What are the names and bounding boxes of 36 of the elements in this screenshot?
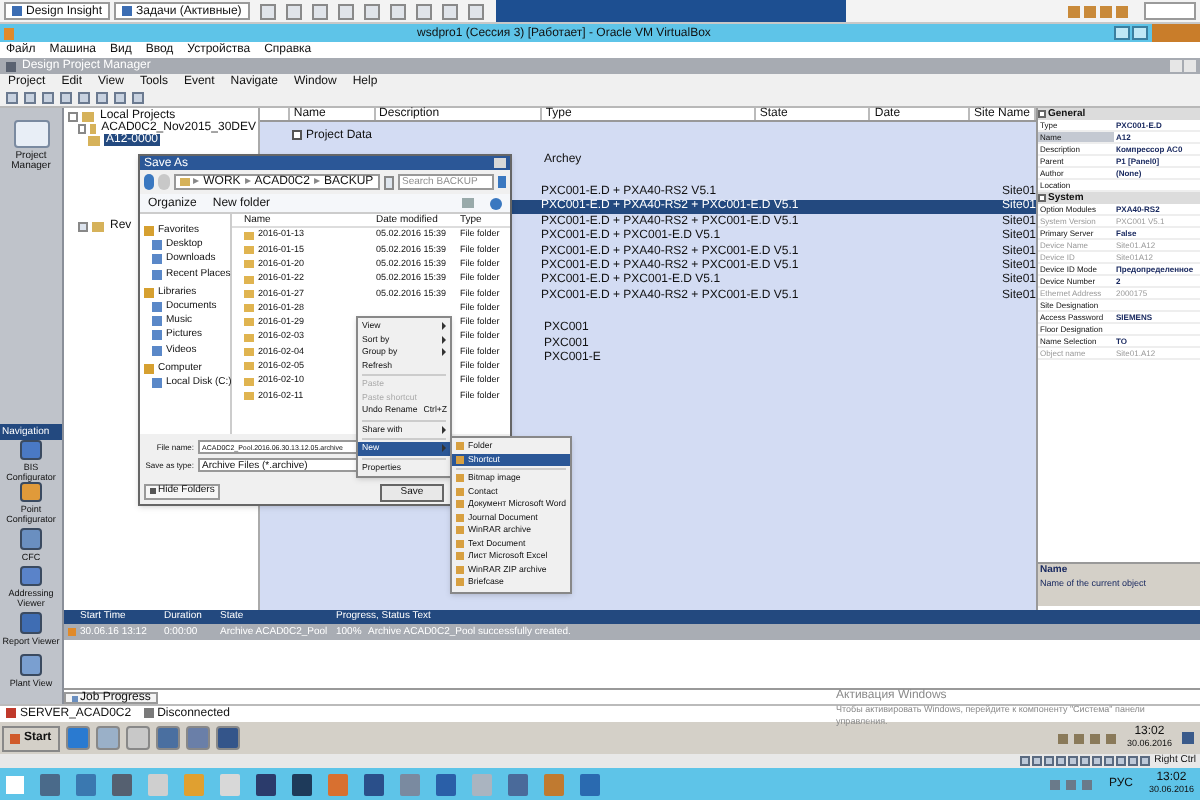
- checkbox[interactable]: [292, 130, 302, 140]
- submenu-arrow-icon: [442, 444, 446, 453]
- taskbar-icon[interactable]: [580, 773, 600, 795]
- status-icon: [68, 628, 76, 636]
- taskbar-icon[interactable]: [292, 773, 312, 795]
- tool-icon[interactable]: [20, 612, 42, 634]
- tool-icon[interactable]: [20, 440, 42, 460]
- toolbar-button[interactable]: [1144, 2, 1196, 20]
- submenu-arrow-icon: [442, 425, 446, 434]
- taskbar-icon[interactable]: [215, 726, 240, 750]
- taskbar-icon[interactable]: [436, 773, 456, 795]
- taskbar-icon[interactable]: [364, 773, 384, 795]
- taskbar-icon[interactable]: [40, 773, 60, 795]
- app-icon: [6, 61, 16, 71]
- tool-icon[interactable]: [20, 482, 42, 502]
- app-icon: [122, 6, 133, 16]
- taskbar-icon[interactable]: [112, 773, 132, 795]
- collapse-icon[interactable]: [1038, 194, 1046, 202]
- taskbar-icon[interactable]: [155, 726, 180, 750]
- taskbar-icon[interactable]: [65, 726, 90, 750]
- app-icon: [12, 6, 22, 16]
- restore-button[interactable]: [1132, 26, 1148, 40]
- expander-icon[interactable]: [78, 123, 86, 133]
- expander-icon[interactable]: [68, 111, 78, 121]
- tool-icon[interactable]: [20, 654, 42, 676]
- collapse-icon[interactable]: [1038, 110, 1046, 118]
- back-button[interactable]: [144, 174, 155, 190]
- refresh-button[interactable]: [383, 175, 394, 189]
- expander-icon[interactable]: [78, 221, 88, 231]
- taskbar-icon[interactable]: [256, 773, 276, 795]
- tool-icon[interactable]: [20, 566, 42, 586]
- taskbar-icon[interactable]: [185, 726, 210, 750]
- taskbar-icon[interactable]: [508, 773, 528, 795]
- minimize-button[interactable]: [1114, 26, 1130, 40]
- help-icon[interactable]: [490, 197, 502, 209]
- tool-icon[interactable]: [20, 528, 42, 550]
